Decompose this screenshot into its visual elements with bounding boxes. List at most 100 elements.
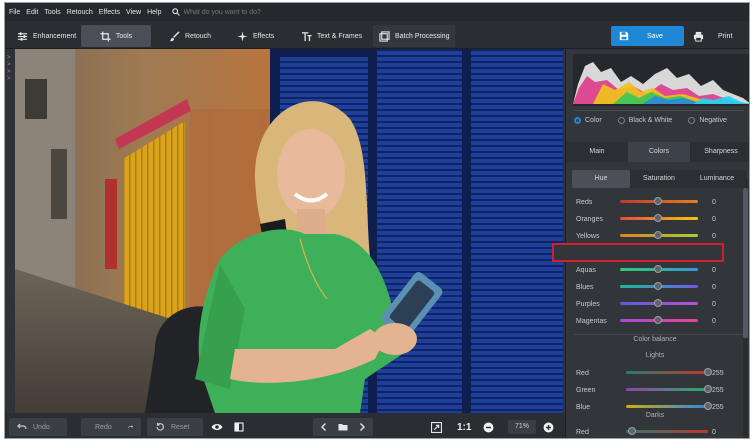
photo-canvas[interactable] xyxy=(15,49,563,413)
mode-negative[interactable]: Negative xyxy=(688,117,727,124)
tab-effects[interactable]: Effects xyxy=(231,25,280,47)
zoom-level[interactable]: 71% xyxy=(508,420,536,434)
hue-oranges-slider-row[interactable]: Oranges 0 xyxy=(576,212,728,226)
stack-icon xyxy=(379,30,390,42)
hue-magentas-slider-row[interactable]: Magentas 0 xyxy=(576,314,728,328)
subtab-luminance[interactable]: Luminance xyxy=(688,170,746,188)
hue-aquas-slider-value: 0 xyxy=(712,266,716,274)
undo-button[interactable]: Undo xyxy=(9,418,67,436)
lights-red-slider-value: 255 xyxy=(712,369,724,377)
menu-file[interactable]: File xyxy=(9,9,20,16)
lights-green-slider-track[interactable] xyxy=(626,388,708,391)
tab-retouch-label: Retouch xyxy=(185,32,212,40)
tab-tools[interactable]: Tools xyxy=(81,25,151,47)
tab-colors[interactable]: Colors xyxy=(628,142,690,162)
lights-blue-slider-value: 255 xyxy=(712,403,724,411)
darks-red-slider-track[interactable] xyxy=(626,430,708,433)
subtab-hue[interactable]: Hue xyxy=(572,170,630,188)
panel-tabs: Main Colors Sharpness xyxy=(566,142,749,162)
hue-yellows-slider-thumb[interactable] xyxy=(654,231,662,239)
mode-color[interactable]: Color xyxy=(574,117,602,124)
mode-negative-label: Negative xyxy=(699,117,727,124)
lights-blue-slider-thumb[interactable] xyxy=(704,402,712,410)
scrollbar-thumb[interactable] xyxy=(743,188,748,338)
hue-blues-slider-thumb[interactable] xyxy=(654,282,662,290)
left-collapse-strip[interactable]: > > > > xyxy=(5,49,15,413)
file-navigator[interactable] xyxy=(313,418,373,436)
panel-scrollbar[interactable] xyxy=(743,178,748,438)
zoom-out-button[interactable] xyxy=(483,418,494,436)
lights-red-slider-thumb[interactable] xyxy=(704,368,712,376)
redo-label: Redo xyxy=(95,423,112,431)
hue-purples-slider-label: Purples xyxy=(576,300,600,308)
tab-text-frames[interactable]: Text & Frames xyxy=(295,25,368,47)
hue-blues-slider-row[interactable]: Blues 0 xyxy=(576,280,728,294)
divider xyxy=(574,110,744,111)
zoom-one-to-one[interactable]: 1:1 xyxy=(457,418,471,436)
search-input[interactable] xyxy=(183,8,344,16)
folder-icon[interactable] xyxy=(338,422,348,432)
reset-button[interactable]: Reset xyxy=(147,418,203,436)
greens-highlight-box xyxy=(552,243,724,262)
hue-aquas-slider-row[interactable]: Aquas 0 xyxy=(576,263,728,277)
print-button[interactable]: Print xyxy=(689,26,747,46)
radio[interactable] xyxy=(688,117,696,124)
histogram xyxy=(573,54,749,106)
darks-red-slider-row[interactable]: Red 0 xyxy=(576,425,728,438)
hue-yellows-slider-value: 0 xyxy=(712,232,716,240)
mode-black-white[interactable]: Black & White xyxy=(617,117,672,124)
hue-oranges-slider-thumb[interactable] xyxy=(654,214,662,222)
bottom-bar: Undo Redo Reset 1:1 71% xyxy=(5,413,565,438)
lights-green-slider-label: Green xyxy=(576,386,596,394)
hue-reds-slider-row[interactable]: Reds 0 xyxy=(576,195,728,209)
compare-button[interactable] xyxy=(234,418,244,436)
tab-main[interactable]: Main xyxy=(566,142,628,162)
preview-eye-button[interactable] xyxy=(211,418,223,436)
menu-bar: File Edit Tools Retouch Effects View Hel… xyxy=(5,3,749,21)
menu-edit[interactable]: Edit xyxy=(26,9,38,16)
fit-screen-button[interactable] xyxy=(431,418,442,436)
menu-effects[interactable]: Effects xyxy=(99,9,120,16)
darks-title: Darks xyxy=(645,412,665,419)
lights-red-slider-track[interactable] xyxy=(626,371,708,374)
lights-green-slider-value: 255 xyxy=(712,386,724,394)
hue-magentas-slider-value: 0 xyxy=(712,317,716,325)
subtab-saturation[interactable]: Saturation xyxy=(630,170,688,188)
hue-aquas-slider-label: Aquas xyxy=(576,266,596,274)
chevron-left-icon[interactable] xyxy=(319,422,329,432)
undo-label: Undo xyxy=(33,423,50,431)
chevron-right-icon[interactable] xyxy=(357,422,367,432)
radio[interactable] xyxy=(617,117,625,124)
app-window: File Edit Tools Retouch Effects View Hel… xyxy=(4,2,750,439)
tab-batch-processing[interactable]: Batch Processing xyxy=(373,25,456,47)
darks-red-slider-thumb[interactable] xyxy=(628,427,636,435)
search-box[interactable] xyxy=(171,8,344,16)
hue-purples-slider-thumb[interactable] xyxy=(654,299,662,307)
lights-red-slider-row[interactable]: Red 255 xyxy=(576,366,728,380)
color-mode-group: Color Black & White Negative xyxy=(574,117,737,124)
lights-green-slider-row[interactable]: Green 255 xyxy=(576,383,728,397)
lights-blue-slider-track[interactable] xyxy=(626,405,708,408)
crop-icon xyxy=(100,30,111,42)
expand-arrow-icon: > xyxy=(7,62,11,68)
redo-button[interactable]: Redo xyxy=(81,418,141,436)
hue-magentas-slider-thumb[interactable] xyxy=(654,316,662,324)
hue-reds-slider-thumb[interactable] xyxy=(654,197,662,205)
hue-blues-slider-value: 0 xyxy=(712,283,716,291)
hue-purples-slider-row[interactable]: Purples 0 xyxy=(576,297,728,311)
hue-aquas-slider-thumb[interactable] xyxy=(654,265,662,273)
menu-help[interactable]: Help xyxy=(147,9,161,16)
save-button[interactable]: Save xyxy=(611,26,684,46)
zoom-in-button[interactable] xyxy=(543,418,554,436)
menu-tools[interactable]: Tools xyxy=(44,9,60,16)
photo-woman-with-phone xyxy=(15,49,563,413)
tab-retouch[interactable]: Retouch xyxy=(163,25,217,47)
radio-selected[interactable] xyxy=(574,117,581,124)
menu-view[interactable]: View xyxy=(126,9,141,16)
menu-retouch[interactable]: Retouch xyxy=(67,9,93,16)
tab-enhancement[interactable]: Enhancement xyxy=(11,25,82,47)
tab-tools-label: Tools xyxy=(115,32,133,40)
tab-sharpness[interactable]: Sharpness xyxy=(690,142,749,162)
lights-green-slider-thumb[interactable] xyxy=(704,385,712,393)
hue-yellows-slider-row[interactable]: Yellows 0 xyxy=(576,229,728,243)
